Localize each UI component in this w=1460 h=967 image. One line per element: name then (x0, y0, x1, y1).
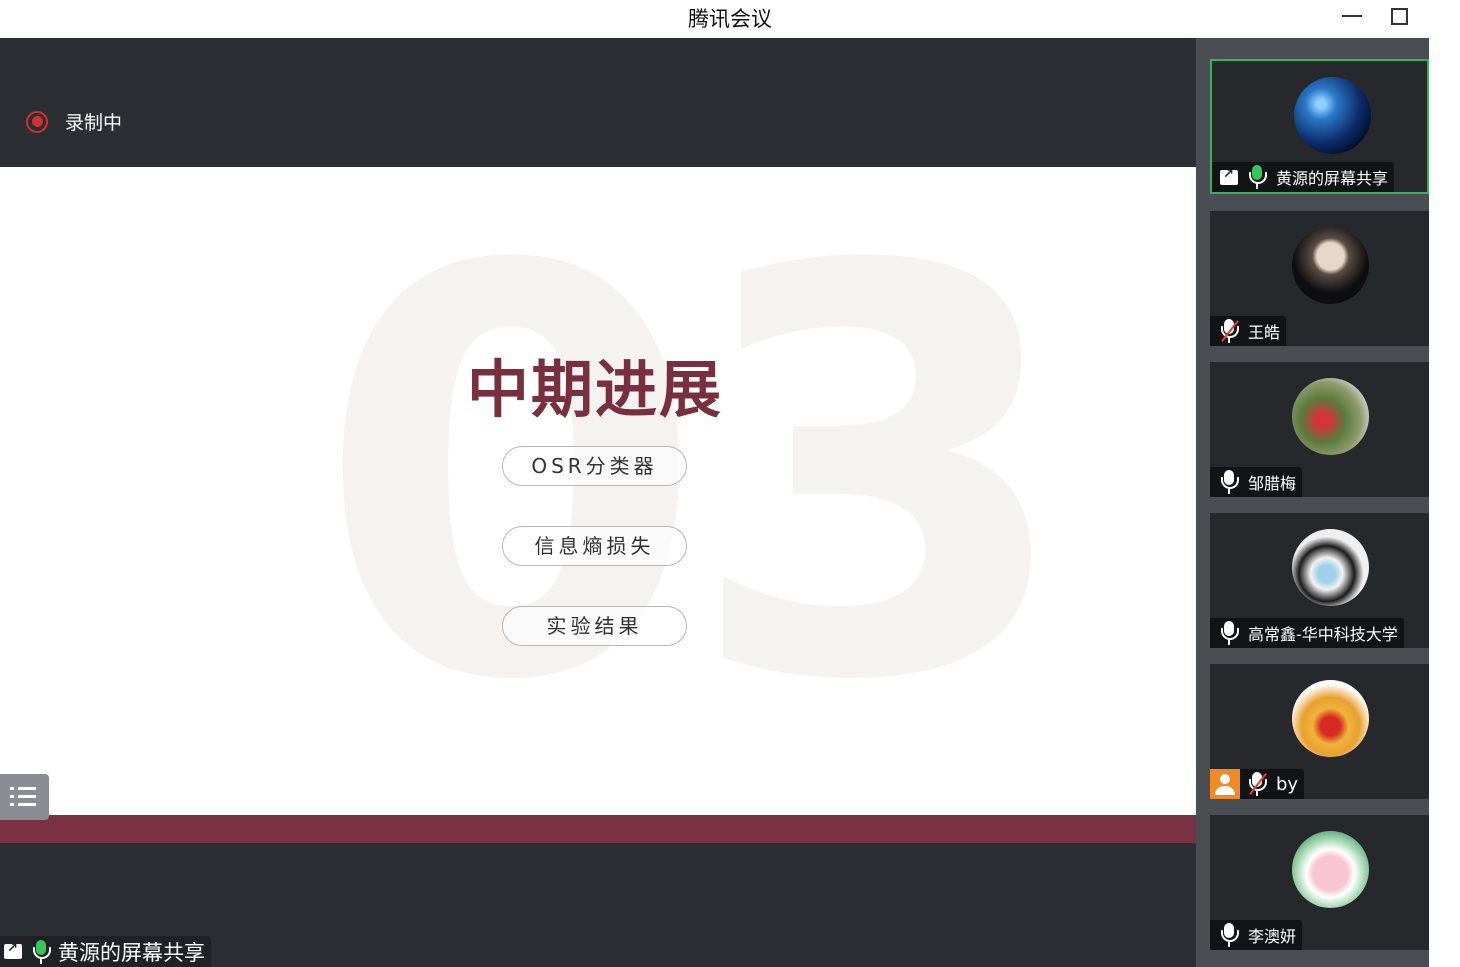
person-photo-avatar (1292, 227, 1369, 304)
recording-label: 录制中 (65, 112, 123, 134)
ox-mascot-avatar (1292, 680, 1369, 757)
screen-share-icon (1220, 167, 1238, 185)
record-icon (26, 110, 48, 133)
slide-heading: 中期进展 (466, 353, 723, 426)
shared-slide: 03 中期进展 OSR分类器 信息熵损失 实验结果 (0, 167, 1196, 815)
masked-face-avatar (1292, 529, 1369, 606)
title-bar: 腾讯会议 (0, 0, 1429, 38)
slide-footer-bar (0, 815, 1196, 843)
slide-background-number: 03 (316, 167, 1075, 803)
participant-tile[interactable]: 黄源的屏幕共享 (1210, 59, 1429, 194)
mic-on-icon (1218, 470, 1240, 494)
participant-name-tag: 王皓 (1210, 316, 1287, 346)
mic-on-icon (1218, 621, 1240, 645)
participant-name-tag: 邹腊梅 (1210, 467, 1303, 497)
participant-name-tag: 李澳妍 (1210, 920, 1303, 950)
screen-share-icon (4, 941, 22, 959)
slide-item-osr: OSR分类器 (502, 446, 687, 486)
mic-active-icon (1246, 165, 1268, 189)
screen-share-tag: 黄源的屏幕共享 (0, 936, 211, 967)
participant-name: 李澳妍 (1248, 927, 1297, 946)
window-edge (1429, 0, 1460, 967)
mic-muted-icon (1246, 772, 1268, 796)
slide-item-results: 实验结果 (502, 606, 687, 646)
list-icon (10, 787, 14, 790)
participant-name: 邹腊梅 (1248, 474, 1297, 493)
participant-tile[interactable]: 高常鑫-华中科技大学 (1210, 513, 1429, 648)
participant-tile[interactable]: 李澳妍 (1210, 815, 1429, 950)
participant-tile[interactable]: 邹腊梅 (1210, 362, 1429, 497)
no-video-user-icon (1210, 769, 1240, 799)
night-sky-avatar (1294, 77, 1371, 154)
window-title: 腾讯会议 (688, 7, 772, 31)
participant-name-tag: by (1210, 769, 1305, 799)
participant-tile[interactable]: 王皓 (1210, 211, 1429, 346)
participant-tile[interactable]: by (1210, 664, 1429, 799)
mic-on-icon (1218, 923, 1240, 947)
minimize-button[interactable] (1340, 6, 1366, 28)
maximize-button[interactable] (1386, 6, 1412, 28)
participant-name: 王皓 (1248, 323, 1281, 342)
main-stage: 录制中 03 中期进展 OSR分类器 信息熵损失 实验结果 黄源的屏幕共享 (0, 38, 1196, 967)
recording-indicator[interactable]: 录制中 (26, 108, 122, 135)
share-label: 黄源的屏幕共享 (58, 940, 205, 965)
participant-name: by (1276, 773, 1299, 795)
cartoon-pig-avatar (1292, 831, 1369, 908)
slide-item-entropy-loss: 信息熵损失 (502, 526, 687, 566)
participant-name-tag: 高常鑫-华中科技大学 (1210, 618, 1404, 648)
mic-muted-icon (1218, 319, 1240, 343)
participants-sidebar: 黄源的屏幕共享 王皓 邹腊梅 高常鑫-华中科技大学 by (1196, 38, 1429, 967)
flowers-avatar (1292, 378, 1369, 455)
participant-name-tag: 黄源的屏幕共享 (1212, 162, 1395, 192)
participant-name: 黄源的屏幕共享 (1276, 169, 1389, 188)
mic-active-icon (30, 939, 52, 964)
participant-name: 高常鑫-华中科技大学 (1248, 625, 1398, 644)
list-menu-button[interactable] (0, 774, 49, 820)
